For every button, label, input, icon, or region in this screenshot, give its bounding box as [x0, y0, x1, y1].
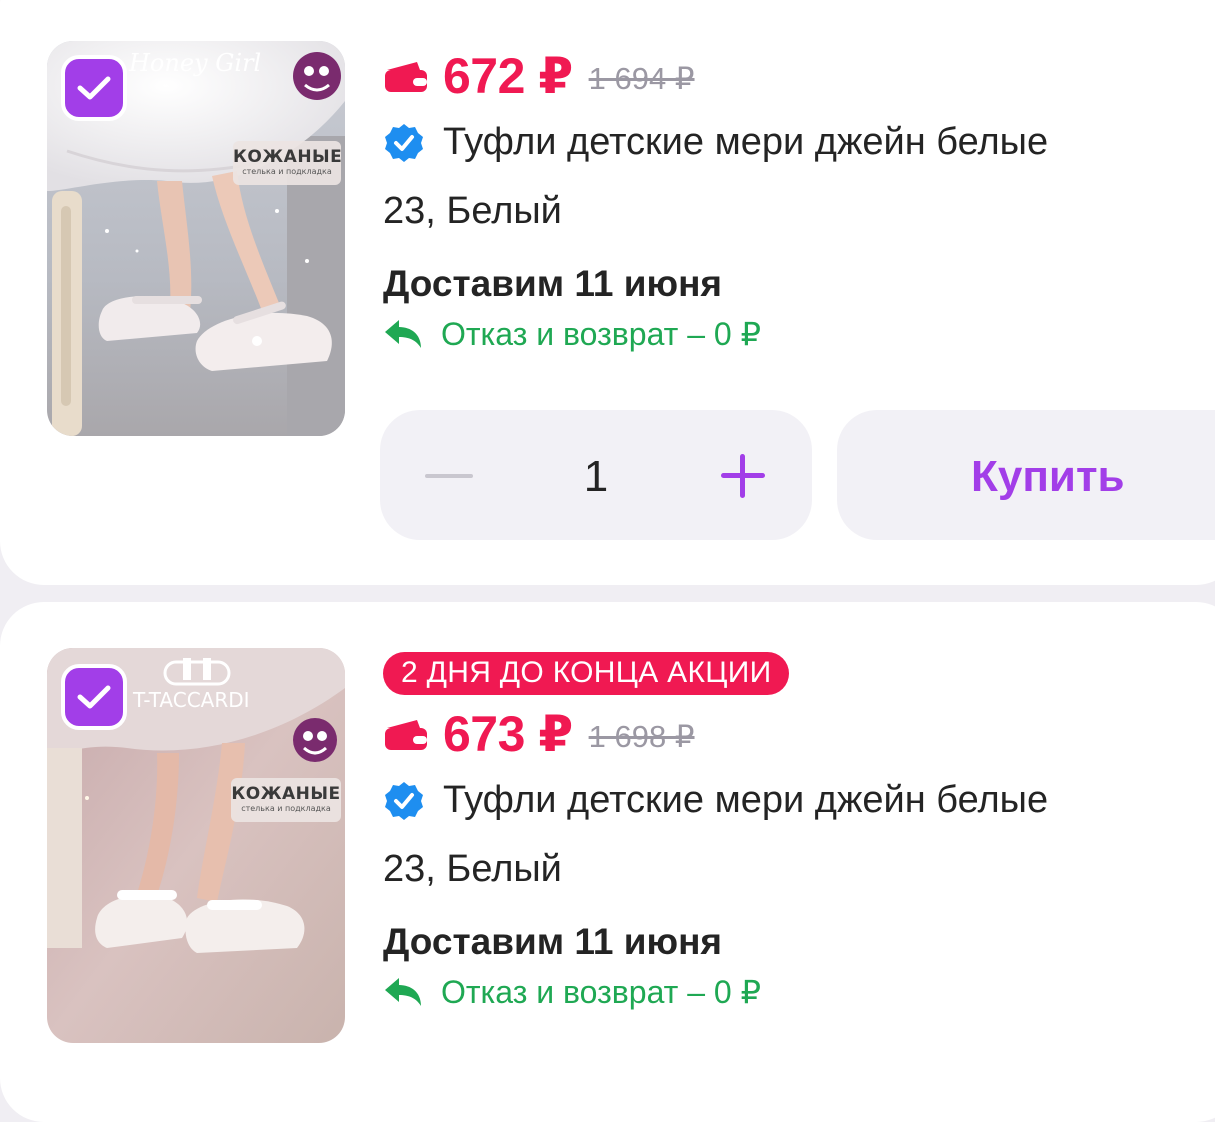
- leather-badge-subtitle: стелька и подкладка: [241, 804, 331, 813]
- product-variant: 23, Белый: [383, 848, 562, 890]
- product-info: 2 ДНЯ ДО КОНЦА АКЦИИ 673 ₽ 1 698 ₽ Туфли…: [383, 652, 1048, 1011]
- brand-logo: T-TACCARDI: [133, 688, 250, 712]
- buy-button[interactable]: Купить: [837, 410, 1215, 540]
- plus-icon[interactable]: [718, 451, 768, 501]
- check-icon: [77, 76, 111, 100]
- price-row: 673 ₽ 1 698 ₽: [383, 699, 1048, 769]
- old-price: 1 698 ₽: [588, 719, 695, 754]
- product-image[interactable]: T-TACCARDI КОЖАНЫЕ стелька и подкладка: [47, 648, 345, 1043]
- brand-logo: Honey Girl: [129, 49, 262, 77]
- select-checkbox[interactable]: [61, 55, 127, 121]
- delivery-date: Доставим 11 июня: [383, 921, 723, 962]
- verified-icon: [385, 781, 423, 820]
- leather-badge-title: КОЖАНЫЕ: [233, 147, 343, 167]
- title-row[interactable]: Туфли детские мери джейн белые: [383, 779, 1048, 822]
- return-arrow-icon: [385, 978, 421, 1006]
- delivery-date: Доставим 11 июня: [383, 263, 723, 304]
- leather-badge-title: КОЖАНЫЕ: [231, 784, 341, 804]
- wallet-icon: [385, 720, 427, 750]
- leather-badge-subtitle: стелька и подкладка: [242, 167, 332, 176]
- return-policy-text: Отказ и возврат – 0 ₽: [441, 974, 761, 1010]
- leather-badge: КОЖАНЫЕ стелька и подкладка: [233, 141, 343, 185]
- buy-button-label: Купить: [971, 452, 1125, 501]
- old-price: 1 694 ₽: [588, 61, 695, 96]
- promo-badge: 2 ДНЯ ДО КОНЦА АКЦИИ: [383, 652, 790, 695]
- current-price: 672 ₽: [443, 48, 573, 104]
- wallet-icon: [385, 62, 427, 92]
- return-policy: Отказ и возврат – 0 ₽: [383, 315, 1048, 353]
- check-icon: [77, 685, 111, 709]
- price-row: 672 ₽ 1 694 ₽: [383, 41, 1048, 111]
- current-price: 673 ₽: [443, 706, 573, 762]
- return-policy-text: Отказ и возврат – 0 ₽: [441, 316, 761, 352]
- product-title[interactable]: Туфли детские мери джейн белые: [443, 779, 1048, 822]
- product-title[interactable]: Туфли детские мери джейн белые: [443, 121, 1048, 164]
- cart-item-card: T-TACCARDI КОЖАНЫЕ стелька и подкладка 2…: [0, 602, 1215, 1122]
- product-image[interactable]: Honey Girl КОЖАНЫЕ стелька и подкладка: [47, 41, 345, 436]
- return-policy: Отказ и возврат – 0 ₽: [383, 973, 1048, 1011]
- verified-icon: [385, 123, 423, 162]
- leather-badge: КОЖАНЫЕ стелька и подкладка: [231, 778, 341, 822]
- return-arrow-icon: [385, 320, 421, 348]
- product-variant: 23, Белый: [383, 190, 562, 232]
- product-info: 672 ₽ 1 694 ₽ Туфли детские мери джейн б…: [383, 41, 1048, 353]
- select-checkbox[interactable]: [61, 664, 127, 730]
- title-row[interactable]: Туфли детские мери джейн белые: [383, 121, 1048, 164]
